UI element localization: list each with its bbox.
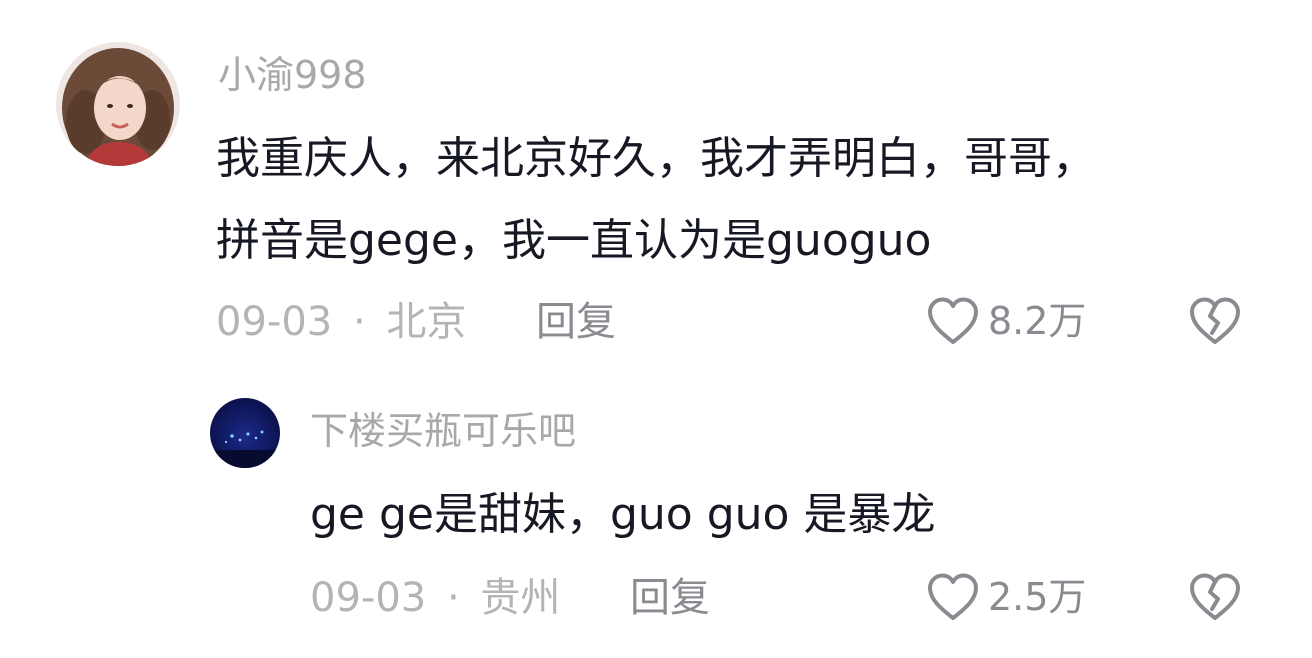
- night-scene-avatar-icon: [210, 398, 280, 468]
- username[interactable]: 下楼买瓶可乐吧: [310, 412, 576, 450]
- username[interactable]: 小渝998: [218, 56, 367, 94]
- user-photo-avatar-icon: [56, 42, 180, 166]
- comment-meta: 09-03 · 贵州: [310, 578, 560, 618]
- meta-separator: ·: [446, 575, 460, 621]
- broken-heart-icon: [1190, 297, 1240, 344]
- heart-outline-icon: [928, 297, 978, 344]
- user-avatar[interactable]: [56, 42, 180, 166]
- like-count: 8.2万: [988, 299, 1087, 343]
- reply-button[interactable]: 回复: [630, 578, 710, 618]
- heart-outline-icon: [928, 573, 978, 620]
- dislike-button[interactable]: [1188, 572, 1242, 622]
- reply-button[interactable]: 回复: [536, 302, 616, 342]
- dislike-button[interactable]: [1188, 296, 1242, 346]
- comment-text-line: ge ge是甜妹，guo guo 是暴龙: [310, 489, 936, 540]
- user-avatar[interactable]: [210, 398, 280, 468]
- like-button[interactable]: 8.2万: [926, 296, 1086, 346]
- meta-separator: ·: [352, 299, 366, 345]
- broken-heart-icon: [1190, 573, 1240, 620]
- comment-location: 贵州: [480, 575, 561, 621]
- comment-date: 09-03: [310, 575, 427, 621]
- comment-meta: 09-03 · 北京: [216, 302, 466, 342]
- comment-location: 北京: [386, 299, 467, 345]
- like-button[interactable]: 2.5万: [926, 572, 1086, 622]
- comment-text-line: 我重庆人，来北京好久，我才弄明白，哥哥，: [216, 133, 1096, 184]
- comment-text-line: 拼音是gege，我一直认为是guoguo: [216, 215, 932, 266]
- comment-date: 09-03: [216, 299, 333, 345]
- like-count: 2.5万: [988, 575, 1087, 619]
